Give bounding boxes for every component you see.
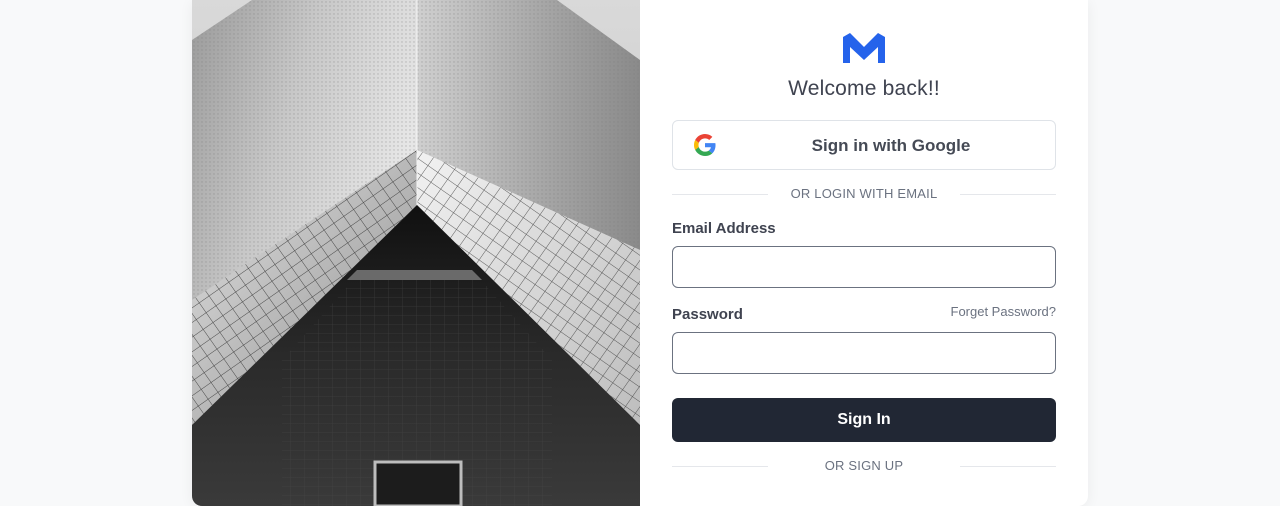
password-label: Password xyxy=(672,306,743,323)
login-form: Welcome back!! Sign in with Google OR LO… xyxy=(640,0,1088,506)
google-signin-button[interactable]: Sign in with Google xyxy=(672,120,1056,170)
login-card: Welcome back!! Sign in with Google OR LO… xyxy=(192,0,1088,506)
email-field[interactable] xyxy=(672,246,1056,288)
hero-image xyxy=(192,0,640,506)
sign-in-button[interactable]: Sign In xyxy=(672,398,1056,442)
divider-right-signup xyxy=(960,466,1056,467)
m-logo-icon xyxy=(843,33,885,63)
welcome-heading: Welcome back!! xyxy=(788,77,940,100)
divider-right xyxy=(960,194,1056,195)
google-signin-label: Sign in with Google xyxy=(811,136,971,155)
password-field[interactable] xyxy=(672,332,1056,374)
email-label: Email Address xyxy=(672,220,776,237)
forget-password-link[interactable]: Forget Password? xyxy=(951,304,1057,319)
